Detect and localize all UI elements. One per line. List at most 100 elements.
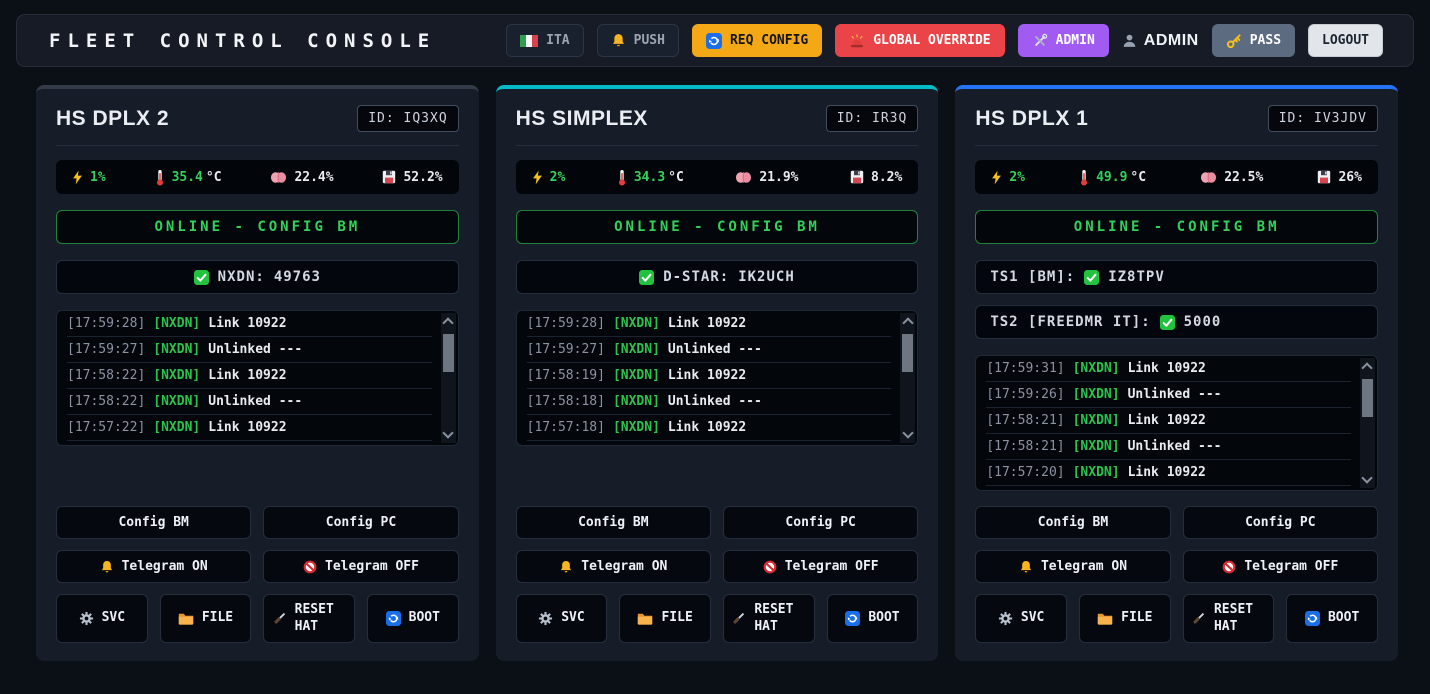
mode-dstar: D-STAR: IK2UCH [516, 260, 919, 294]
reset-hat-button[interactable]: RESET HAT [723, 594, 815, 643]
disk-stat: 52.2% [382, 170, 442, 185]
device-card-hs-simplex: HS SIMPLEX ID: IR3Q 2% 34.3°C 21.9% 8.2%… [496, 85, 939, 661]
card-title: HS DPLX 1 [975, 107, 1088, 131]
language-button[interactable]: ITA [506, 24, 583, 57]
thermometer-icon [617, 169, 627, 186]
device-id-badge: ID: IR3Q [826, 105, 919, 132]
divider [516, 145, 919, 146]
log-row: [17:57:20][NXDN]Link 10922 [986, 460, 1351, 486]
admin-user-chip[interactable]: ADMIN [1122, 32, 1199, 50]
config-bm-button[interactable]: Config BM [516, 506, 711, 539]
checkbox-checked-icon [194, 270, 209, 285]
fleet-cards: HS DPLX 2 ID: IQ3XQ 1% 35.4°C 22.4% 52.2… [0, 67, 1430, 661]
sync-icon [1305, 611, 1320, 626]
log-scrollbar[interactable] [441, 313, 456, 443]
pass-label: PASS [1250, 33, 1281, 48]
global-override-button[interactable]: GLOBAL OVERRIDE [835, 24, 1004, 57]
divider [56, 145, 459, 146]
req-config-button[interactable]: REQ CONFIG [692, 24, 822, 57]
telegram-off-button[interactable]: Telegram OFF [1183, 550, 1378, 583]
folder-icon [178, 612, 194, 625]
mode-ts1: TS1 [BM]: IZ8TPV [975, 260, 1378, 294]
svc-button[interactable]: SVC [975, 594, 1067, 643]
log-row: [17:58:21][NXDN]Link 10922 [986, 408, 1351, 434]
log-row: [17:57:18][NXDN]Link 10922 [527, 415, 892, 441]
mode-ts2: TS2 [FREEDMR IT]: 5000 [975, 305, 1378, 339]
file-button[interactable]: FILE [619, 594, 711, 643]
scroll-down-icon[interactable] [902, 427, 913, 438]
screwdriver-icon [272, 611, 287, 626]
gear-icon [538, 611, 553, 626]
log-panel[interactable]: [17:59:31][NXDN]Link 10922 [17:59:26][NX… [975, 355, 1378, 491]
admin-button[interactable]: ADMIN [1018, 24, 1109, 57]
boot-button[interactable]: BOOT [1286, 594, 1378, 643]
device-card-hs-dplx-1: HS DPLX 1 ID: IV3JDV 2% 49.9°C 22.5% 26%… [955, 85, 1398, 661]
file-button[interactable]: FILE [160, 594, 252, 643]
config-pc-button[interactable]: Config PC [1183, 506, 1378, 539]
log-panel[interactable]: [17:59:28][NXDN]Link 10922 [17:59:27][NX… [56, 310, 459, 446]
cpu-stat: 22.5% [1200, 170, 1263, 185]
temperature-stat: 34.3°C [617, 169, 684, 186]
log-panel[interactable]: [17:59:28][NXDN]Link 10922 [17:59:27][NX… [516, 310, 919, 446]
bell-icon [1019, 560, 1033, 574]
scroll-down-icon[interactable] [442, 427, 453, 438]
config-bm-button[interactable]: Config BM [975, 506, 1170, 539]
boot-button[interactable]: BOOT [367, 594, 459, 643]
scroll-up-icon[interactable] [1362, 362, 1373, 373]
log-scrollbar[interactable] [1360, 358, 1375, 488]
scroll-up-icon[interactable] [902, 317, 913, 328]
cpu-stat: 21.9% [735, 170, 798, 185]
scrollbar-thumb[interactable] [443, 334, 454, 372]
log-row: [17:59:26][NXDN]Unlinked --- [986, 382, 1351, 408]
temperature-stat: 35.4°C [155, 169, 222, 186]
log-scrollbar[interactable] [900, 313, 915, 443]
telegram-off-button[interactable]: Telegram OFF [723, 550, 918, 583]
mode-label: D-STAR: [663, 269, 729, 285]
device-id-badge: ID: IV3JDV [1268, 105, 1378, 132]
boot-button[interactable]: BOOT [827, 594, 919, 643]
push-button[interactable]: PUSH [597, 24, 679, 57]
config-pc-button[interactable]: Config PC [263, 506, 458, 539]
config-pc-button[interactable]: Config PC [723, 506, 918, 539]
global-override-label: GLOBAL OVERRIDE [873, 33, 990, 48]
lightning-icon [532, 170, 543, 185]
svc-button[interactable]: SVC [56, 594, 148, 643]
disk-stat: 26% [1317, 170, 1361, 185]
header-controls: ITA PUSH REQ CONFIG GLOBAL OVERRIDE ADMI… [506, 24, 1383, 57]
brain-icon [1200, 171, 1217, 184]
bell-icon [611, 33, 626, 48]
checkbox-checked-icon [1084, 270, 1099, 285]
device-id-badge: ID: IQ3XQ [357, 105, 458, 132]
mode-label: TS1 [BM]: [990, 269, 1075, 285]
pass-button[interactable]: PASS [1212, 24, 1295, 57]
brain-icon [735, 171, 752, 184]
reset-hat-button[interactable]: RESET HAT [263, 594, 355, 643]
logout-button[interactable]: LOGOUT [1308, 24, 1383, 57]
logout-label: LOGOUT [1322, 33, 1369, 48]
svc-button[interactable]: SVC [516, 594, 608, 643]
req-config-label: REQ CONFIG [730, 33, 808, 48]
log-row: [17:59:31][NXDN]Link 10922 [986, 356, 1351, 382]
telegram-on-button[interactable]: Telegram ON [975, 550, 1170, 583]
telegram-off-button[interactable]: Telegram OFF [263, 550, 458, 583]
scroll-down-icon[interactable] [1362, 472, 1373, 483]
telegram-on-button[interactable]: Telegram ON [56, 550, 251, 583]
scrollbar-thumb[interactable] [1362, 379, 1373, 417]
sync-icon [386, 611, 401, 626]
card-actions: Config BM Config PC Telegram ON Telegram… [975, 506, 1378, 643]
reset-hat-button[interactable]: RESET HAT [1183, 594, 1275, 643]
folder-icon [637, 612, 653, 625]
stats-bar: 2% 34.3°C 21.9% 8.2% [516, 160, 919, 194]
prohibited-icon [303, 560, 317, 574]
lightning-icon [72, 170, 83, 185]
admin-user-label: ADMIN [1144, 32, 1199, 50]
log-row: [17:58:19][NXDN]Link 10922 [527, 363, 892, 389]
file-button[interactable]: FILE [1079, 594, 1171, 643]
scrollbar-thumb[interactable] [902, 334, 913, 372]
log-lines: [17:59:28][NXDN]Link 10922 [17:59:27][NX… [57, 311, 458, 441]
telegram-on-button[interactable]: Telegram ON [516, 550, 711, 583]
scroll-up-icon[interactable] [442, 317, 453, 328]
log-lines: [17:59:28][NXDN]Link 10922 [17:59:27][NX… [517, 311, 918, 441]
config-bm-button[interactable]: Config BM [56, 506, 251, 539]
stats-bar: 1% 35.4°C 22.4% 52.2% [56, 160, 459, 194]
